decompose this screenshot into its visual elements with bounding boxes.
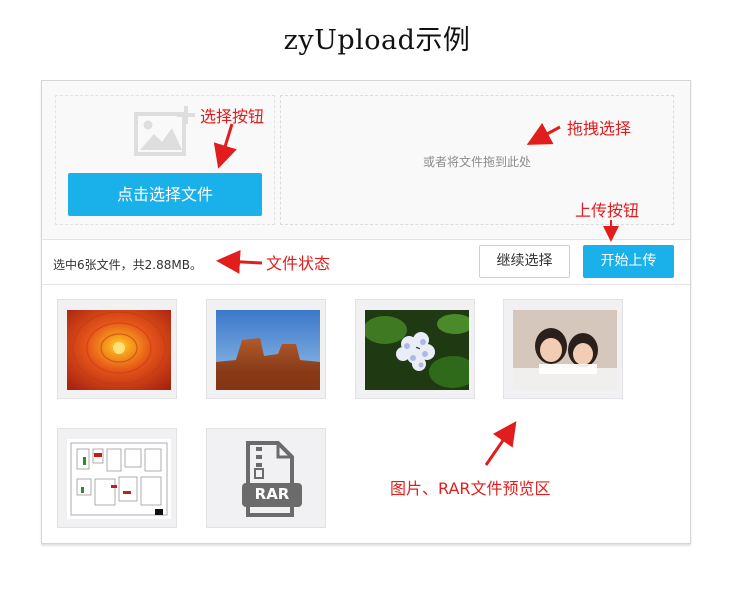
preview-item[interactable] — [57, 299, 177, 399]
continue-select-button[interactable]: 继续选择 — [479, 245, 570, 278]
preview-item[interactable] — [57, 428, 177, 528]
annotation-drag-select: 拖拽选择 — [567, 119, 632, 138]
children-photo-image — [513, 310, 617, 390]
annotation-file-status: 文件状态 — [266, 254, 331, 273]
desert-landscape-image — [216, 310, 320, 390]
annotation-preview-area: 图片、RAR文件预览区 — [390, 479, 551, 498]
uploader-panel: 点击选择文件 或者将文件拖到此处 选中6张文件，共2.88MB。 继续选择 开始… — [41, 80, 691, 544]
start-upload-button[interactable]: 开始上传 — [583, 245, 674, 278]
preview-item[interactable] — [503, 299, 623, 399]
select-files-button[interactable]: 点击选择文件 — [68, 173, 262, 216]
rar-file-icon — [242, 441, 302, 517]
preview-item[interactable] — [206, 299, 326, 399]
preview-item[interactable] — [355, 299, 475, 399]
annotation-select-button: 选择按钮 — [200, 107, 265, 126]
floor-plan-image — [67, 439, 171, 519]
add-image-icon — [134, 106, 195, 156]
hydrangea-image — [365, 310, 469, 390]
drop-hint: 或者将文件拖到此处 — [422, 155, 531, 169]
orange-flower-image — [67, 310, 171, 390]
page-title: zyUpload示例 — [283, 25, 471, 56]
preview-area: RAR — [42, 285, 690, 543]
rar-label: RAR — [254, 485, 290, 503]
status-bar: 选中6张文件，共2.88MB。 继续选择 开始上传 — [42, 240, 690, 285]
annotation-upload-button: 上传按钮 — [575, 201, 640, 220]
file-status-text: 选中6张文件，共2.88MB。 — [53, 258, 202, 272]
preview-item[interactable]: RAR — [206, 428, 326, 528]
